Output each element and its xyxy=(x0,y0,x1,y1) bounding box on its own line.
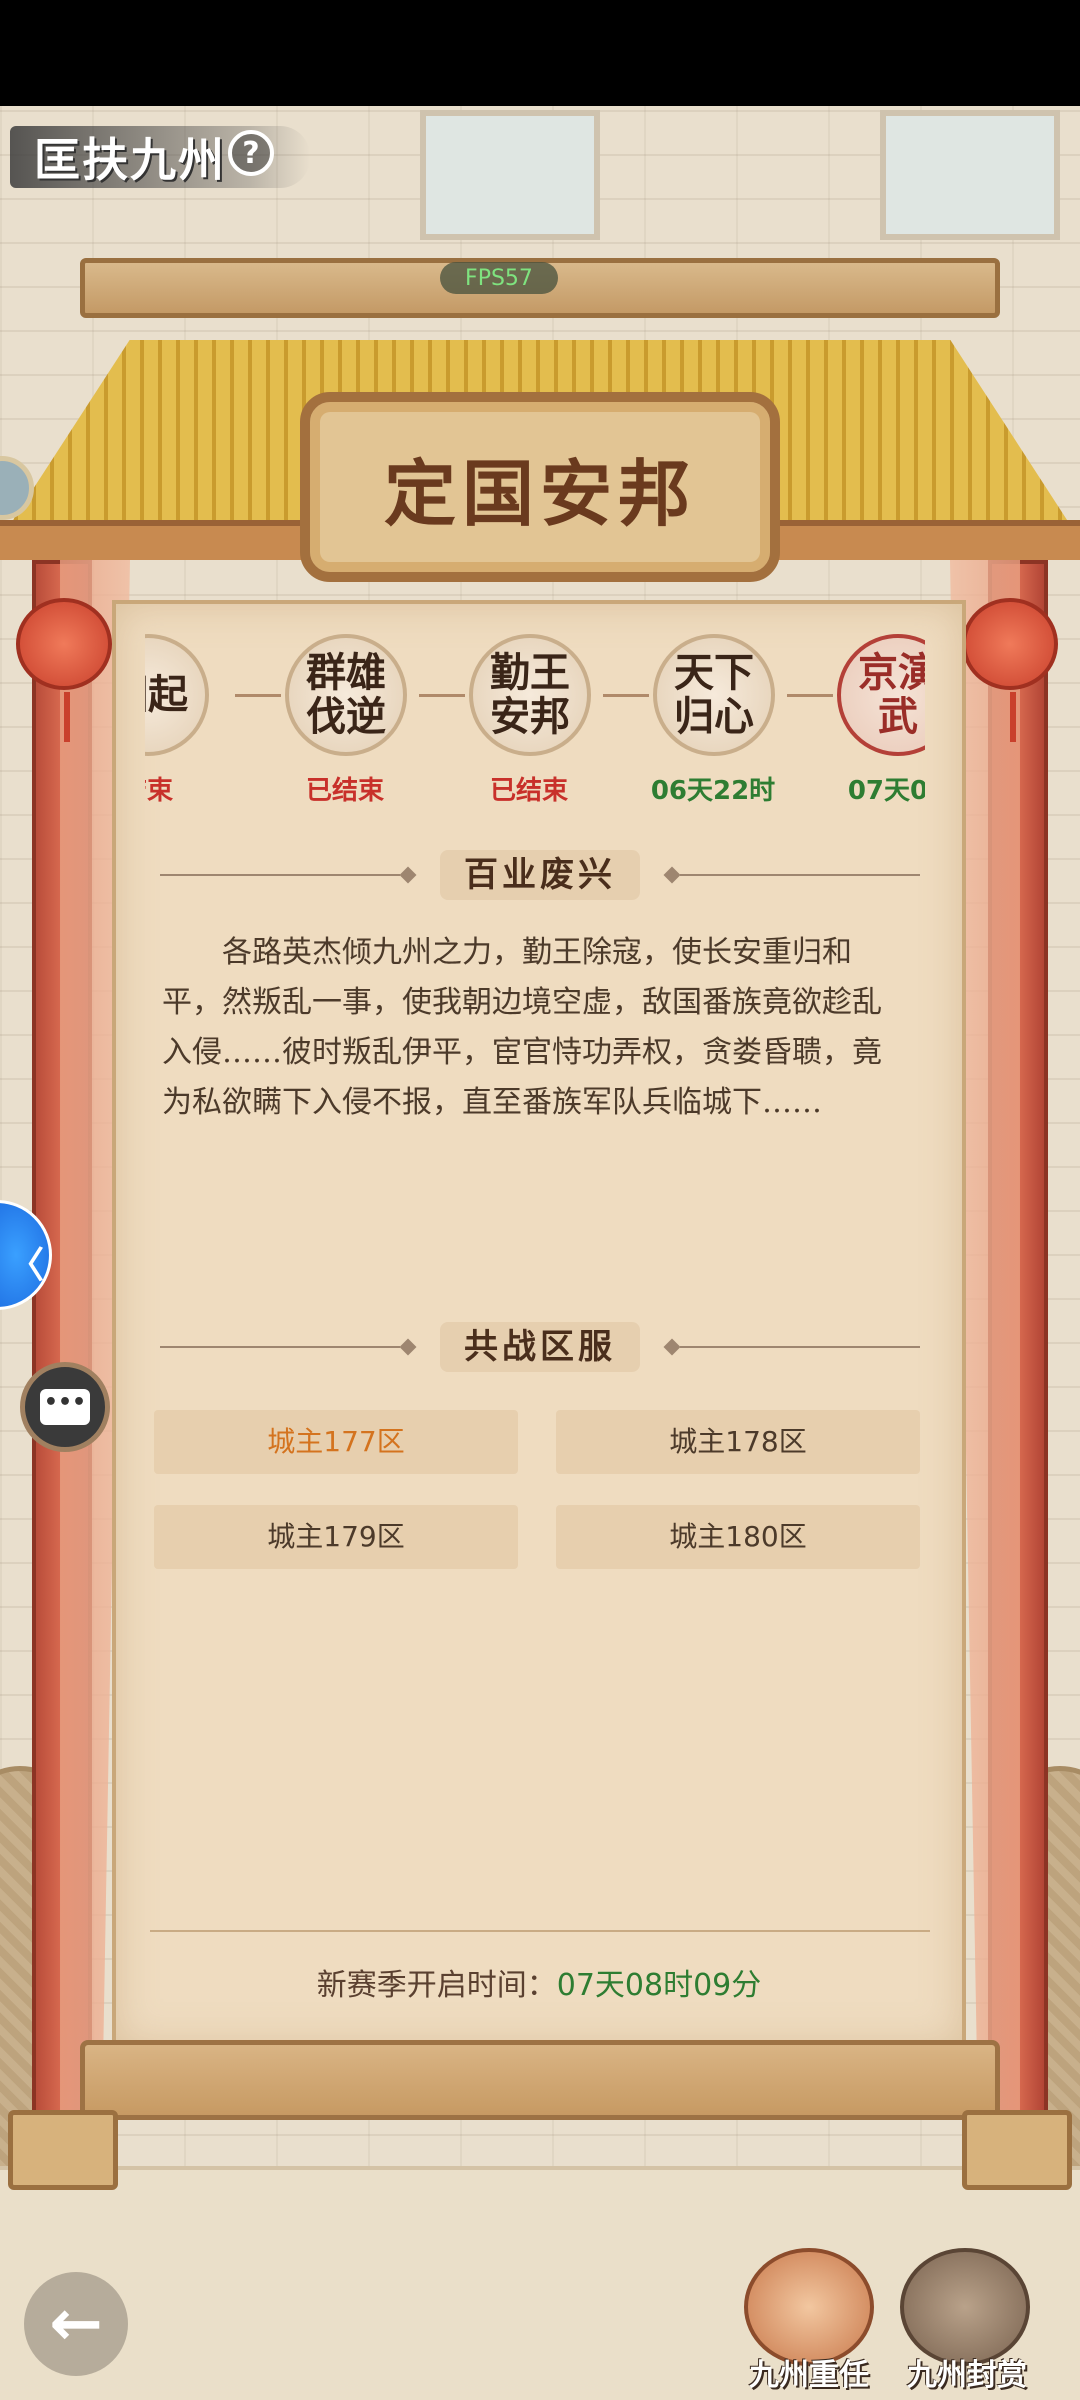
stage-item[interactable]: 天下归心 06天22时 xyxy=(643,630,783,810)
page-title: 匡扶九州 xyxy=(34,133,226,187)
stage-item[interactable]: 烟起 结束 xyxy=(145,630,217,810)
story-section-title: 百业废兴 xyxy=(440,850,640,900)
stage-medal: 勤王安邦 xyxy=(469,634,591,756)
chat-button[interactable]: ••• xyxy=(20,1362,110,1452)
story-section-header: 百业废兴 xyxy=(150,850,930,900)
divider-line xyxy=(160,874,400,876)
divider-diamond xyxy=(663,866,681,884)
plaque: 定国安邦 xyxy=(300,392,780,582)
season-value: 07天08时09分 xyxy=(556,1968,762,2003)
reward-label[interactable]: 九州封赏 xyxy=(892,2350,1042,2394)
stage-status: 结束 xyxy=(145,776,173,806)
status-bar xyxy=(0,0,1080,106)
scroll-bottom-beam xyxy=(80,2040,1000,2120)
divider-line xyxy=(160,1346,400,1348)
stage-medal: 烟起 xyxy=(145,634,209,756)
window-pane xyxy=(420,110,600,240)
duty-icon[interactable] xyxy=(744,2248,874,2366)
pillar-base-left xyxy=(8,2110,118,2190)
divider-line xyxy=(680,1346,920,1348)
signal-icon: 〈 xyxy=(8,1245,45,1286)
help-icon[interactable]: ? xyxy=(228,130,274,176)
server-button-179[interactable]: 城主179区 xyxy=(154,1505,518,1569)
stage-status: 06天22时 xyxy=(650,776,776,806)
server-button-180[interactable]: 城主180区 xyxy=(556,1505,920,1569)
chat-icon: ••• xyxy=(40,1389,90,1425)
stage-status: 07天08 xyxy=(847,776,925,806)
window-pane xyxy=(880,110,1060,240)
season-countdown: 新赛季开启时间：07天08时09分 xyxy=(112,1960,966,2004)
stage-item[interactable]: 勤王安邦 已结束 xyxy=(459,630,599,810)
divider-diamond xyxy=(663,1338,681,1356)
stage-item[interactable]: 京演武 07天08 xyxy=(827,630,925,810)
stage-medal: 天下归心 xyxy=(653,634,775,756)
lantern-right xyxy=(962,598,1058,742)
server-button-177[interactable]: 城主177区 xyxy=(154,1410,518,1474)
stage-status: 已结束 xyxy=(305,776,384,806)
server-button-178[interactable]: 城主178区 xyxy=(556,1410,920,1474)
plaque-title: 定国安邦 xyxy=(383,450,696,536)
duty-label[interactable]: 九州重任 xyxy=(734,2350,884,2394)
season-divider xyxy=(150,1930,930,1932)
pillar-base-right xyxy=(962,2110,1072,2190)
servers-section-header: 共战区服 xyxy=(150,1322,930,1372)
stage-medal: 京演武 xyxy=(837,634,925,756)
season-label: 新赛季开启时间： xyxy=(316,1968,557,2003)
divider-line xyxy=(680,874,920,876)
divider-diamond xyxy=(399,1338,417,1356)
divider-diamond xyxy=(399,866,417,884)
stage-medal: 群雄伐逆 xyxy=(285,634,407,756)
servers-section-title: 共战区服 xyxy=(440,1322,640,1372)
fps-badge: FPS57 xyxy=(440,262,558,294)
stage-timeline: 烟起 结束 群雄伐逆 已结束 勤王安邦 已结束 天下归心 06天22时 京演武 … xyxy=(145,630,925,810)
lantern-left xyxy=(16,598,112,742)
story-text: 各路英杰倾九州之力，勤王除寇，使长安重归和平，然叛乱一事，使我朝边境空虚，敌国番… xyxy=(162,935,882,1120)
back-button[interactable]: ← xyxy=(24,2272,128,2376)
reward-icon[interactable] xyxy=(900,2248,1030,2366)
stage-item[interactable]: 群雄伐逆 已结束 xyxy=(275,630,415,810)
stage-status: 已结束 xyxy=(489,776,568,806)
